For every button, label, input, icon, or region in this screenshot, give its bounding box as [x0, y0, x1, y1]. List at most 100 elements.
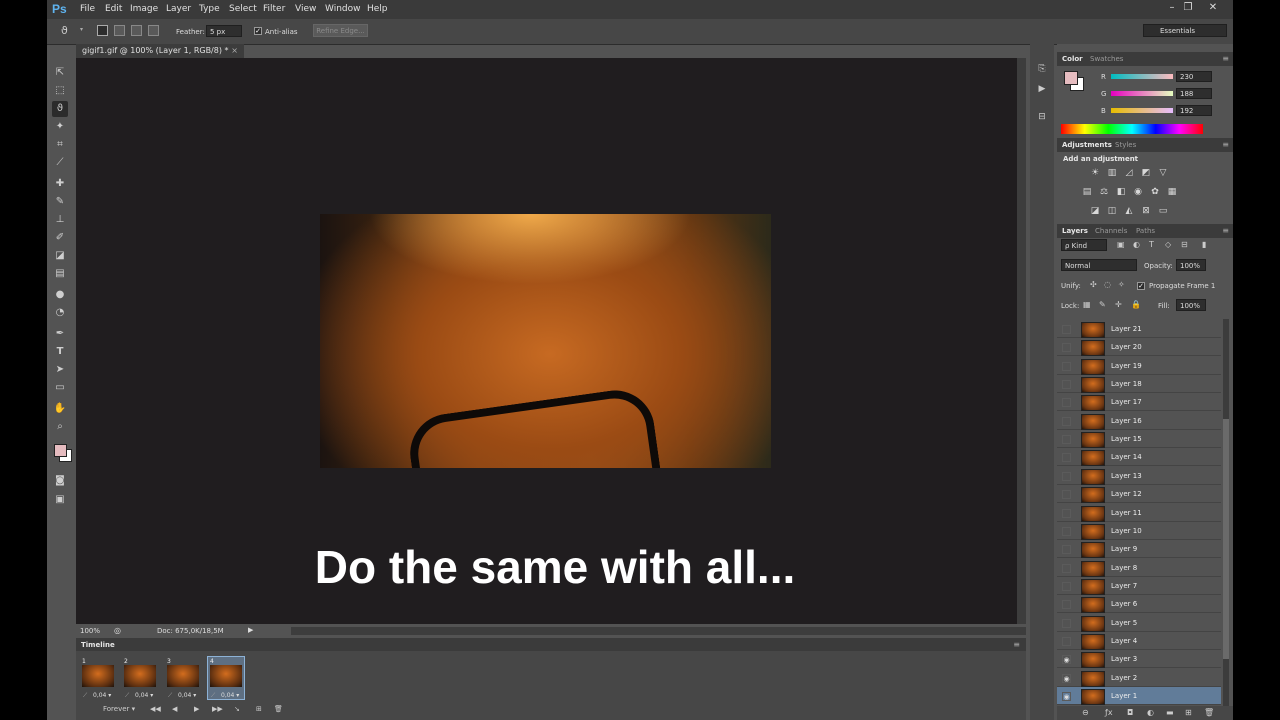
zoom-level[interactable]: 100%: [80, 627, 100, 635]
visibility-eye-icon[interactable]: [1062, 380, 1071, 390]
previous-frame-icon[interactable]: ◀: [172, 705, 177, 713]
animation-frame-4[interactable]: 4 ⟋ 0,04 ▾: [207, 656, 245, 700]
filter-pixel-icon[interactable]: ▣: [1117, 240, 1125, 249]
visibility-eye-icon[interactable]: ◉: [1062, 692, 1071, 701]
layer-row[interactable]: Layer 8: [1057, 559, 1221, 577]
timeline-menu-icon[interactable]: ≡: [1013, 640, 1020, 649]
antialias-checkbox[interactable]: ✓: [254, 27, 262, 35]
visibility-eye-icon[interactable]: [1062, 325, 1071, 334]
visibility-eye-icon[interactable]: [1062, 545, 1071, 555]
visibility-eye-icon[interactable]: [1062, 490, 1071, 500]
pen-tool-icon[interactable]: ✒: [52, 326, 68, 342]
unify-visibility-icon[interactable]: ◌: [1104, 280, 1111, 289]
menu-select[interactable]: Select: [229, 4, 257, 14]
visibility-eye-icon[interactable]: [1062, 636, 1071, 646]
path-select-icon[interactable]: ➤: [52, 362, 68, 378]
visibility-eye-icon[interactable]: [1062, 453, 1071, 463]
loop-select[interactable]: Forever ▾: [103, 705, 135, 713]
layer-row[interactable]: Layer 6: [1057, 595, 1221, 614]
color-foreground-swatch[interactable]: [1064, 71, 1078, 85]
visibility-eye-icon[interactable]: ◉: [1062, 673, 1071, 683]
menu-image[interactable]: Image: [130, 4, 158, 14]
eyedropper-tool-icon[interactable]: ⟋: [52, 155, 68, 171]
status-arrow-icon[interactable]: ▶: [248, 626, 253, 634]
lock-pixels-icon[interactable]: ✎: [1099, 300, 1106, 309]
visibility-eye-icon[interactable]: [1062, 343, 1071, 353]
close-tab-icon[interactable]: ×: [231, 44, 238, 58]
properties-panel-icon[interactable]: ⊟: [1035, 110, 1049, 124]
lock-transparent-icon[interactable]: ▦: [1083, 300, 1091, 309]
layer-row[interactable]: Layer 19: [1057, 357, 1221, 375]
brightness-icon[interactable]: ☀: [1089, 167, 1101, 179]
selective-color-icon[interactable]: ⊠: [1140, 205, 1152, 217]
menu-filter[interactable]: Filter: [263, 4, 285, 14]
screen-mode-icon[interactable]: ▣: [52, 492, 68, 508]
channel-mixer-icon[interactable]: ✿: [1149, 186, 1161, 198]
minimize-button[interactable]: –: [1165, 2, 1179, 14]
visibility-eye-icon[interactable]: [1062, 526, 1071, 536]
tab-color[interactable]: Color: [1062, 55, 1083, 63]
visibility-eye-icon[interactable]: [1062, 508, 1071, 518]
fill-input[interactable]: 100%: [1176, 299, 1206, 311]
workspace-select[interactable]: Essentials: [1143, 24, 1227, 37]
chevron-down-icon[interactable]: ▾: [80, 26, 83, 33]
shape-tool-icon[interactable]: ▭: [52, 380, 68, 396]
brush-tool-icon[interactable]: ✎: [52, 194, 68, 210]
marquee-tool-icon[interactable]: ⬚: [52, 83, 68, 99]
lock-all-icon[interactable]: 🔒: [1131, 300, 1141, 309]
subtract-selection-icon[interactable]: [131, 25, 142, 36]
filter-adjustment-icon[interactable]: ◐: [1133, 240, 1140, 249]
visibility-eye-icon[interactable]: [1062, 361, 1071, 371]
type-tool-icon[interactable]: T: [52, 344, 68, 360]
history-brush-icon[interactable]: ✐: [52, 230, 68, 246]
first-frame-icon[interactable]: ◀◀: [150, 705, 161, 713]
close-button[interactable]: ✕: [1206, 2, 1220, 14]
menu-type[interactable]: Type: [199, 4, 220, 14]
timeline-title[interactable]: Timeline: [81, 641, 115, 649]
layer-row[interactable]: Layer 7: [1057, 577, 1221, 595]
gradient-map-icon[interactable]: ▭: [1157, 205, 1169, 217]
black-white-icon[interactable]: ◧: [1115, 186, 1127, 198]
layer-kind-filter[interactable]: ρ Kind: [1061, 239, 1107, 251]
curves-icon[interactable]: ◿: [1123, 167, 1135, 179]
red-value[interactable]: 230: [1176, 71, 1212, 82]
feather-input[interactable]: 5 px: [206, 25, 242, 37]
blue-value[interactable]: 192: [1176, 105, 1212, 116]
layer-mask-icon[interactable]: ◘: [1127, 708, 1133, 717]
layer-row[interactable]: Layer 15: [1057, 430, 1221, 449]
color-lookup-icon[interactable]: ▦: [1166, 186, 1178, 198]
visibility-eye-icon[interactable]: [1062, 435, 1071, 445]
visibility-eye-icon[interactable]: [1062, 581, 1071, 591]
filter-toggle-icon[interactable]: ▮: [1202, 240, 1206, 249]
vibrance-icon[interactable]: ▽: [1157, 167, 1169, 179]
tab-layers[interactable]: Layers: [1062, 227, 1088, 235]
lasso-preset-icon[interactable]: ϑ: [61, 24, 68, 37]
menu-view[interactable]: View: [295, 4, 316, 14]
layer-row[interactable]: Layer 20: [1057, 338, 1221, 357]
menu-window[interactable]: Window: [325, 4, 361, 14]
move-tool-icon[interactable]: ⇱: [52, 65, 68, 81]
link-layers-icon[interactable]: ⊖: [1082, 708, 1089, 717]
delete-layer-icon[interactable]: 🗑: [1204, 708, 1214, 717]
quick-select-tool-icon[interactable]: ✦: [52, 119, 68, 135]
exposure-icon[interactable]: ◩: [1140, 167, 1152, 179]
propagate-checkbox[interactable]: ✓: [1137, 282, 1145, 290]
menu-edit[interactable]: Edit: [105, 4, 122, 14]
layer-row[interactable]: ◉ Layer 1: [1057, 687, 1221, 705]
layers-scroll-thumb[interactable]: [1223, 419, 1229, 659]
frame-delay[interactable]: 0,04 ▾: [221, 692, 239, 699]
panel-menu-icon[interactable]: ≡: [1222, 226, 1229, 235]
lasso-tool-icon[interactable]: ϑ: [52, 101, 68, 117]
visibility-eye-icon[interactable]: [1062, 600, 1071, 610]
filter-shape-icon[interactable]: ◇: [1165, 240, 1171, 249]
stamp-tool-icon[interactable]: ⊥: [52, 212, 68, 228]
new-layer-icon[interactable]: ⊞: [1185, 708, 1192, 717]
filter-smart-icon[interactable]: ⊟: [1181, 240, 1188, 249]
refine-edge-button[interactable]: Refine Edge...: [313, 24, 368, 37]
color-balance-icon[interactable]: ⚖: [1098, 186, 1110, 198]
blue-slider[interactable]: [1111, 108, 1173, 113]
play-icon[interactable]: ▶: [194, 705, 199, 713]
animation-frame-1[interactable]: 1 ⟋ 0,04 ▾: [79, 656, 117, 700]
layer-row[interactable]: ◉ Layer 2: [1057, 669, 1221, 687]
frame-delay[interactable]: 0,04 ▾: [93, 692, 111, 699]
